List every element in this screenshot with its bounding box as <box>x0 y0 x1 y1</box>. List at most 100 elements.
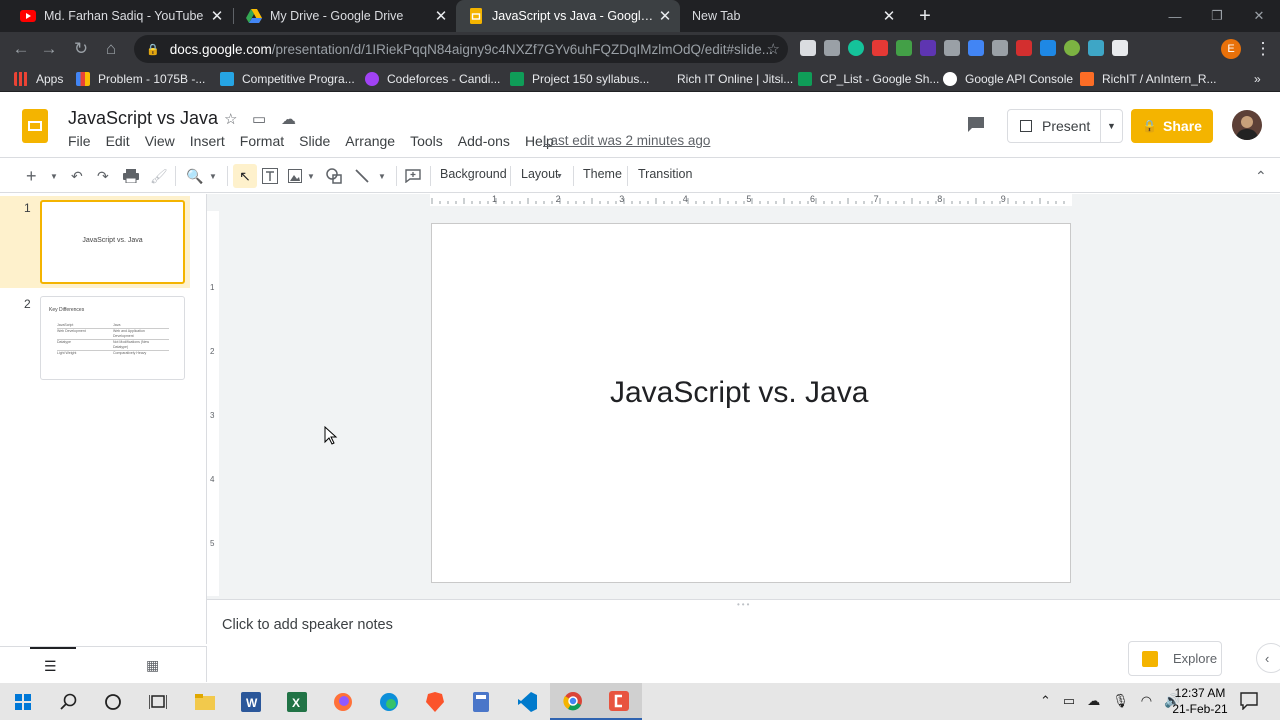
windows-start-icon[interactable] <box>0 683 46 720</box>
text-box-icon[interactable] <box>262 166 278 186</box>
slide-thumbnail-2[interactable]: Key Differences JavaScript Java Web Devel… <box>40 296 185 380</box>
new-tab-button[interactable]: + <box>914 5 936 27</box>
extension-icon[interactable] <box>1040 40 1056 56</box>
background-button[interactable]: Background <box>440 167 507 181</box>
menu-tools[interactable]: Tools <box>410 133 443 149</box>
present-dropdown-icon[interactable]: ▼ <box>1100 110 1122 142</box>
extension-icon[interactable] <box>872 40 888 56</box>
extension-icon[interactable] <box>1064 40 1080 56</box>
cortana-icon[interactable] <box>90 683 136 720</box>
chrome-icon[interactable] <box>550 683 596 720</box>
file-explorer-icon[interactable] <box>182 683 228 720</box>
bookmark-item[interactable]: Project 150 syllabus... <box>510 70 649 88</box>
extension-icon[interactable] <box>896 40 912 56</box>
image-dropdown-icon[interactable]: ▼ <box>307 166 315 186</box>
grammarly-icon[interactable] <box>848 40 864 56</box>
side-panel-toggle-icon[interactable]: ‹ <box>1256 643 1280 673</box>
new-slide-dropdown-icon[interactable]: ▼ <box>50 166 58 186</box>
battery-icon[interactable]: ▭ <box>1063 693 1075 709</box>
vimeo-icon[interactable] <box>1088 40 1104 56</box>
grid-view-icon[interactable]: ▦ <box>146 657 159 674</box>
search-icon[interactable] <box>46 683 92 720</box>
line-icon[interactable] <box>354 166 370 186</box>
translate-icon[interactable] <box>968 40 984 56</box>
minimize-icon[interactable]: — <box>1154 0 1196 32</box>
present-button[interactable]: Present ▼ <box>1007 109 1123 143</box>
redo-icon[interactable]: ↷ <box>97 166 109 186</box>
tab-new-tab[interactable]: New Tab ✕ <box>680 0 904 32</box>
zoom-dropdown-icon[interactable]: ▼ <box>209 166 217 186</box>
bookmark-item[interactable]: CP_List - Google Sh... <box>798 70 939 88</box>
close-tab-icon[interactable]: ✕ <box>432 7 450 25</box>
maximize-icon[interactable]: ❐ <box>1196 0 1238 32</box>
bookmark-item[interactable]: Problem - 1075B -... <box>76 70 205 88</box>
firefox-icon[interactable] <box>320 683 366 720</box>
add-comment-icon[interactable] <box>405 166 421 186</box>
menu-slide[interactable]: Slide <box>299 133 330 149</box>
theme-button[interactable]: Theme <box>583 167 622 181</box>
explore-button[interactable]: Explore <box>1128 641 1222 676</box>
word-icon[interactable]: W <box>228 683 274 720</box>
bookmark-item[interactable]: Codeforces - Candi... <box>365 70 500 88</box>
wifi-icon[interactable]: ◠ <box>1141 693 1152 709</box>
extension-icon[interactable] <box>920 40 936 56</box>
google-slides-logo[interactable] <box>22 109 48 143</box>
task-view-icon[interactable] <box>135 683 181 720</box>
undo-icon[interactable]: ↶ <box>71 166 83 186</box>
speaker-notes-placeholder[interactable]: Click to add speaker notes <box>222 617 393 633</box>
slide-thumbnail-1[interactable]: JavaScript vs. Java <box>40 200 185 284</box>
menu-add-ons[interactable]: Add-ons <box>458 133 510 149</box>
share-button[interactable]: 🔒 Share <box>1131 109 1213 143</box>
menu-file[interactable]: File <box>68 133 91 149</box>
bookmark-item[interactable]: Google API Console <box>943 70 1073 88</box>
home-icon[interactable]: ⌂ <box>98 36 124 62</box>
menu-arrange[interactable]: Arrange <box>345 133 395 149</box>
back-icon[interactable]: ← <box>8 36 34 62</box>
close-tab-icon[interactable]: ✕ <box>656 7 674 25</box>
filmstrip-view-icon[interactable]: ☰ <box>44 658 57 675</box>
menu-insert[interactable]: Insert <box>190 133 225 149</box>
more-bookmarks-icon[interactable]: » <box>1254 70 1261 88</box>
notifications-icon[interactable] <box>1240 692 1258 715</box>
cloud-saved-icon[interactable]: ☁ <box>281 110 296 128</box>
shield-icon[interactable] <box>944 40 960 56</box>
show-hidden-icons-icon[interactable]: ⌃ <box>1040 693 1051 709</box>
facebook-extension-icon[interactable] <box>824 40 840 56</box>
close-window-icon[interactable]: ✕ <box>1238 0 1280 32</box>
notes-resize-handle[interactable]: ••• <box>737 600 751 609</box>
document-title[interactable]: JavaScript vs Java <box>68 108 218 129</box>
puzzle-icon[interactable] <box>1112 40 1128 56</box>
image-icon[interactable] <box>288 166 302 186</box>
extension-icon[interactable] <box>992 40 1008 56</box>
extension-icon[interactable] <box>800 40 816 56</box>
speaker-notes-panel[interactable]: ••• <box>207 599 1280 683</box>
comments-icon[interactable] <box>966 115 990 135</box>
profile-avatar[interactable]: E <box>1221 39 1241 59</box>
last-edit-link[interactable]: Last edit was 2 minutes ago <box>543 133 710 148</box>
bookmark-star-icon[interactable]: ☆ <box>767 40 780 58</box>
tab-google-drive[interactable]: My Drive - Google Drive ✕ <box>234 0 456 32</box>
calculator-icon[interactable] <box>458 683 504 720</box>
chrome-menu-icon[interactable]: ⋮ <box>1250 36 1276 62</box>
collapse-toolbar-icon[interactable]: ⌃ <box>1255 166 1267 186</box>
pen-icon[interactable] <box>1016 40 1032 56</box>
slide-title-text[interactable]: JavaScript vs. Java <box>610 376 868 410</box>
excel-icon[interactable]: X <box>274 683 320 720</box>
bookmark-apps[interactable]: Apps <box>14 70 63 88</box>
print-icon[interactable] <box>123 166 139 186</box>
layout-dropdown-icon[interactable]: ▼ <box>556 166 563 186</box>
reload-icon[interactable]: ↻ <box>68 36 94 62</box>
new-slide-icon[interactable]: + <box>26 166 37 186</box>
select-tool-icon[interactable]: ↖ <box>233 164 257 188</box>
close-tab-icon[interactable]: ✕ <box>208 7 226 25</box>
vscode-icon[interactable] <box>504 683 550 720</box>
close-tab-icon[interactable]: ✕ <box>880 7 898 25</box>
onedrive-icon[interactable]: ☁ <box>1087 693 1100 709</box>
brave-icon[interactable] <box>412 683 458 720</box>
edge-icon[interactable] <box>366 683 412 720</box>
bookmark-item[interactable]: RichIT / AnIntern_R... <box>1080 70 1217 88</box>
move-folder-icon[interactable]: ▭ <box>252 110 266 128</box>
star-icon[interactable]: ☆ <box>224 110 237 128</box>
menu-format[interactable]: Format <box>240 133 284 149</box>
layout-button[interactable]: Layout <box>521 167 559 181</box>
